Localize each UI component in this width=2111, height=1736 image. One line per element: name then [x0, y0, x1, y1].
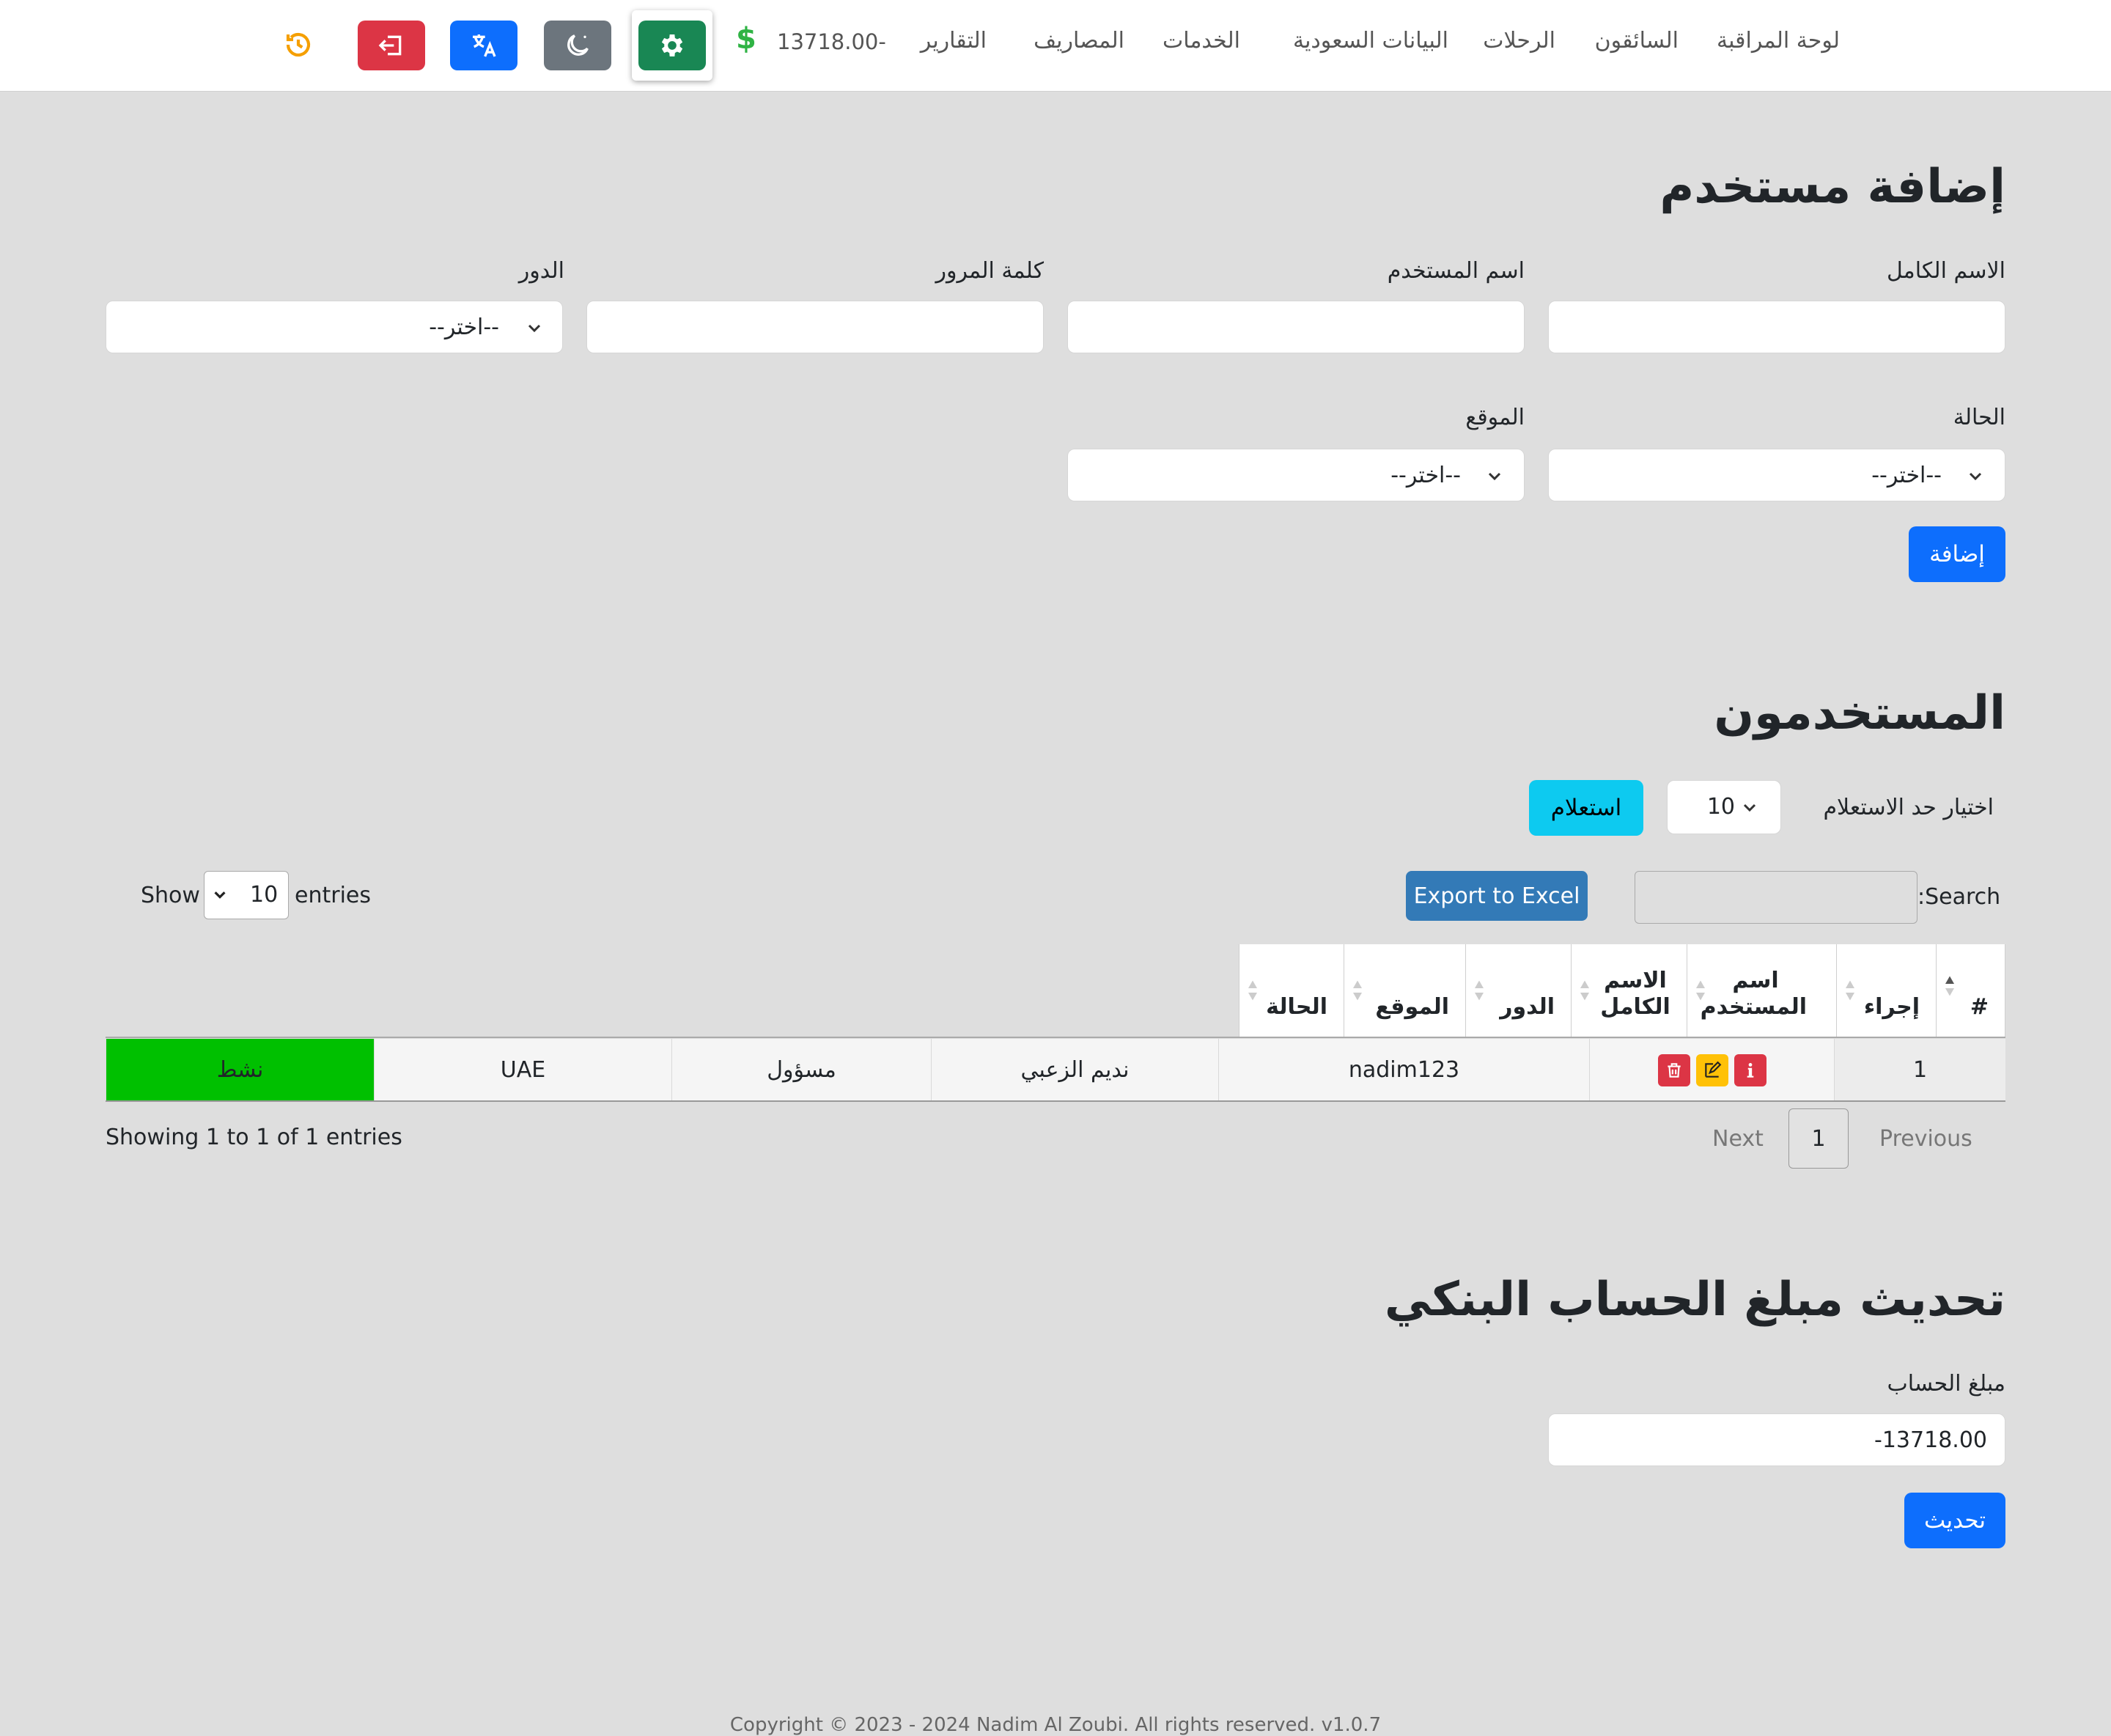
query-limit-value: 10 [1706, 794, 1735, 820]
full-name-label: الاسم الكامل [1886, 258, 2005, 284]
logout-button[interactable] [358, 21, 425, 70]
role-select-value: --اختر-- [429, 315, 499, 340]
location-select-value: --اختر-- [1390, 463, 1461, 488]
chevron-down-icon [528, 324, 541, 333]
status-select-value: --اختر-- [1871, 463, 1942, 488]
chevron-down-icon [1969, 472, 1982, 481]
query-button[interactable]: استعلام [1529, 780, 1643, 836]
show-label: Show [141, 883, 200, 908]
dark-mode-button[interactable] [544, 21, 611, 70]
add-user-button[interactable]: إضافة [1909, 526, 2005, 582]
sort-icon [1846, 980, 1854, 1001]
edit-icon [1704, 1061, 1721, 1078]
bank-amount-input[interactable] [1548, 1413, 2005, 1466]
info-icon [1747, 1062, 1753, 1078]
column-header-role[interactable]: الدور [1466, 944, 1572, 1037]
bank-title: تحديث مبلغ الحساب البنكي [1384, 1273, 2005, 1327]
sort-icon [1696, 980, 1705, 1001]
history-icon[interactable] [283, 29, 314, 60]
nav-expenses[interactable]: المصاريف [1034, 28, 1124, 54]
role-label: الدور [518, 258, 564, 284]
status-badge: نشط [106, 1039, 374, 1101]
column-header-label: # [1970, 994, 1989, 1020]
sort-icon [1945, 976, 1954, 996]
export-excel-button[interactable]: Export to Excel [1406, 871, 1588, 921]
search-input[interactable] [1635, 871, 1917, 924]
nav-saudi-data[interactable]: البيانات السعودية [1293, 28, 1448, 54]
entries-value: 10 [250, 882, 279, 908]
query-limit-label: اختيار حد الاستعلام [1823, 795, 1994, 820]
gear-icon [661, 34, 683, 56]
sort-icon [1580, 980, 1589, 1001]
cell-username: nadim123 [1218, 1039, 1589, 1101]
top-navbar: لوحة المراقبة السائقون الرحلات البيانات … [0, 0, 2111, 92]
column-header-location[interactable]: الموقع [1344, 944, 1466, 1037]
status-label: الحالة [1953, 405, 2005, 430]
footer-copyright: Copyright © 2023 - 2024 Nadim Al Zoubi. … [729, 1714, 1382, 1736]
cell-role: مسؤول [671, 1039, 931, 1101]
chevron-down-icon [1488, 472, 1501, 481]
cell-actions [1589, 1039, 1834, 1101]
column-header-full-name[interactable]: الاسم الكامل [1572, 944, 1687, 1037]
location-label: الموقع [1465, 405, 1525, 430]
location-select[interactable]: --اختر-- [1067, 449, 1525, 501]
dollar-icon: $ [736, 22, 756, 56]
status-select[interactable]: --اختر-- [1548, 449, 2005, 501]
cell-num: 1 [1834, 1039, 2005, 1101]
language-button[interactable] [450, 21, 517, 70]
username-input[interactable] [1067, 301, 1525, 353]
moon-icon [567, 34, 589, 56]
sort-icon [1353, 980, 1362, 1001]
table-info: Showing 1 to 1 of 1 entries [106, 1125, 402, 1150]
column-header-label: الموقع [1375, 994, 1449, 1020]
nav-drivers[interactable]: السائقون [1595, 28, 1679, 54]
update-balance-button[interactable]: تحديث [1904, 1493, 2005, 1548]
sort-icon [1475, 980, 1484, 1001]
column-header-action[interactable]: إجراء [1837, 944, 1937, 1037]
cell-location: UAE [374, 1039, 671, 1101]
settings-button[interactable] [638, 21, 706, 70]
column-header-status[interactable]: الحالة [1239, 944, 1344, 1037]
delete-user-button[interactable] [1657, 1053, 1690, 1086]
cell-full-name: نديم الزعبي [931, 1039, 1218, 1101]
password-label: كلمة المرور [935, 258, 1044, 284]
settings-focus-wrap [632, 10, 712, 81]
username-label: اسم المستخدم [1387, 258, 1525, 284]
full-name-input[interactable] [1548, 301, 2005, 353]
column-header-label: الاسم الكامل [1600, 968, 1670, 1020]
chevron-down-icon [1743, 803, 1756, 812]
table-header-divider [106, 1037, 2005, 1038]
bank-amount-label: مبلغ الحساب [1887, 1371, 2005, 1397]
column-header-username[interactable]: اسم المستخدم [1687, 944, 1837, 1037]
column-header-label: الدور [1500, 994, 1555, 1020]
nav-trips[interactable]: الرحلات [1483, 28, 1555, 54]
query-limit-select[interactable]: 10 [1667, 780, 1781, 834]
logout-icon [378, 35, 402, 56]
chevron-down-icon [214, 891, 226, 899]
nav-services[interactable]: الخدمات [1163, 28, 1240, 54]
pagination-next[interactable]: Next [1712, 1126, 1764, 1152]
trash-icon [1667, 1062, 1681, 1078]
role-select[interactable]: --اختر-- [106, 301, 563, 353]
user-info-button[interactable] [1734, 1053, 1766, 1086]
table-bottom-divider [106, 1100, 2005, 1102]
column-header-label: إجراء [1863, 994, 1920, 1020]
users-title: المستخدمون [1714, 686, 2005, 740]
entries-label: entries [295, 883, 371, 908]
nav-dashboard[interactable]: لوحة المراقبة [1717, 28, 1840, 54]
password-input[interactable] [586, 301, 1044, 353]
translate-icon [473, 34, 496, 57]
pagination-page-1[interactable]: 1 [1788, 1108, 1849, 1169]
column-header-label: الحالة [1266, 994, 1327, 1020]
search-label: :Search [1917, 884, 2001, 910]
sort-icon [1248, 980, 1257, 1001]
entries-select[interactable]: 10 [204, 871, 289, 919]
column-header-num[interactable]: # [1937, 944, 2005, 1037]
column-header-label: اسم المستخدم [1700, 968, 1807, 1020]
edit-user-button[interactable] [1695, 1053, 1728, 1086]
add-user-title: إضافة مستخدم [1659, 160, 2005, 214]
pagination-previous[interactable]: Previous [1879, 1126, 1972, 1152]
nav-balance: 13718.00- [777, 29, 886, 54]
nav-reports[interactable]: التقارير [921, 28, 987, 54]
